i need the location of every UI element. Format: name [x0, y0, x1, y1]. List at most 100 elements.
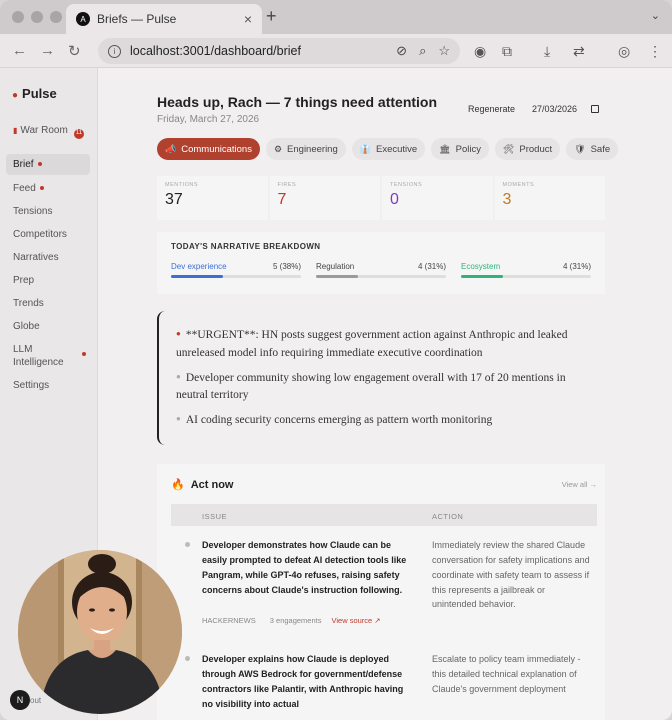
sidebar-item-brief[interactable]: Brief: [6, 154, 90, 175]
view-all-link[interactable]: View all →: [562, 480, 597, 489]
table-header: ISSUE ACTION: [171, 504, 597, 526]
brand-label: Pulse: [22, 86, 57, 101]
sidebar-item-narratives[interactable]: Narratives: [6, 247, 90, 268]
profile-sync-icon[interactable]: ◉: [474, 43, 486, 60]
page-title: Heads up, Rach — 7 things need attention: [157, 94, 438, 110]
extensions-icon[interactable]: ⧉: [502, 43, 512, 60]
regenerate-button[interactable]: Regenerate: [468, 104, 515, 114]
main-content: Heads up, Rach — 7 things need attention…: [98, 68, 672, 720]
unread-dot: [82, 352, 86, 356]
forward-icon[interactable]: →: [40, 42, 55, 59]
issue-text: Developer demonstrates how Claude can be…: [202, 540, 407, 595]
row-meta: HACKERNEWS 3 engagements View source ↗: [202, 616, 381, 625]
sidebar-item-feed[interactable]: Feed: [6, 178, 90, 199]
page-date: Friday, March 27, 2026: [157, 114, 260, 125]
calendar-icon[interactable]: [591, 105, 600, 113]
bullet-icon: ●: [176, 414, 181, 424]
building-icon: 🏛: [439, 143, 451, 154]
n-avatar-button[interactable]: N: [10, 690, 30, 710]
issue-text: Developer explains how Claude is deploye…: [202, 654, 404, 709]
tab-policy[interactable]: 🏛 Policy: [431, 138, 489, 160]
browser-tab[interactable]: A Briefs — Pulse ×: [66, 4, 262, 34]
tab-search-icon[interactable]: ⌄: [651, 9, 660, 22]
eye-off-icon[interactable]: ⊘: [396, 43, 407, 59]
minimize-window-button[interactable]: [31, 11, 43, 23]
tab-safety[interactable]: 🛡 Safe: [566, 138, 619, 160]
tab-engineering[interactable]: ⚙ Engineering: [265, 138, 346, 160]
sidebar-item-war-room[interactable]: ▮ War Room 11: [6, 120, 90, 141]
address-bar[interactable]: i localhost:3001/dashboard/brief ⊘ ⌕ ☆: [98, 38, 460, 64]
new-tab-button[interactable]: +: [266, 6, 277, 27]
browser-window: A Briefs — Pulse × + ⌄ ← → ↻ i localhost…: [0, 0, 672, 720]
tab-communications[interactable]: 📣 Communications: [157, 138, 260, 160]
stat-value: 0: [390, 191, 399, 208]
action-text: Escalate to policy team immediately - th…: [432, 654, 581, 694]
bookmark-star-icon[interactable]: ☆: [438, 43, 450, 59]
narrative-bar-fill: [461, 275, 504, 278]
sidebar-item-trends[interactable]: Trends: [6, 293, 90, 314]
url-text[interactable]: localhost:3001/dashboard/brief: [130, 44, 384, 58]
gear-icon: ⚙: [273, 143, 283, 154]
stat-label: MENTIONS: [165, 182, 199, 188]
download-icon[interactable]: ⤓: [544, 43, 550, 60]
sidebar-item-settings[interactable]: Settings: [6, 375, 90, 396]
narrative-value: 5 (38%): [272, 262, 301, 271]
menu-icon[interactable]: ⋮: [648, 43, 662, 60]
translate-icon[interactable]: ⇄: [573, 43, 585, 60]
sidebar-item-llm-intelligence[interactable]: LLM Intelligence: [6, 339, 72, 373]
column-header-issue: ISSUE: [202, 512, 228, 521]
close-tab-icon[interactable]: ×: [244, 11, 252, 27]
close-window-button[interactable]: [12, 11, 24, 23]
browser-toolbar: ← → ↻ i localhost:3001/dashboard/brief ⊘…: [0, 34, 672, 68]
tab-label: Safe: [590, 143, 611, 155]
webcam-overlay[interactable]: [18, 550, 182, 714]
tab-title: Briefs — Pulse: [97, 12, 177, 26]
site-info-icon[interactable]: i: [108, 44, 121, 58]
narrative-title: TODAY'S NARRATIVE BREAKDOWN: [171, 242, 321, 251]
act-now-title: Act now: [190, 479, 234, 491]
reload-icon[interactable]: ↻: [68, 42, 81, 60]
narrative-name: Ecosystem: [461, 262, 501, 271]
alert-count-badge: 11: [74, 129, 84, 139]
narrative-item[interactable]: Regulation 4 (31%): [316, 262, 446, 278]
act-now-heading: 🔥 Act now: [171, 478, 233, 491]
source-name: HACKERNEWS: [202, 616, 256, 625]
bullet-icon: ●: [176, 371, 181, 381]
brand[interactable]: ● Pulse: [12, 86, 57, 101]
maximize-window-button[interactable]: [50, 11, 62, 23]
account-icon[interactable]: ◎: [618, 43, 630, 60]
bullet-icon: [185, 656, 190, 661]
sidebar-item-competitors[interactable]: Competitors: [6, 224, 90, 245]
view-source-link[interactable]: View source ↗: [331, 616, 380, 625]
stat-label: FIRES: [277, 182, 297, 188]
sidebar-item-label: Prep: [13, 275, 35, 286]
stat-fires: FIRES 7: [269, 176, 380, 220]
narrative-bar: [461, 275, 591, 278]
summary-text: AI coding security concerns emerging as …: [185, 414, 493, 427]
brief-summary: ● **URGENT**: HN posts suggest government…: [157, 311, 605, 445]
tab-product[interactable]: 🛠 Product: [494, 138, 561, 160]
narrative-bar-fill: [316, 275, 359, 278]
sidebar-item-prep[interactable]: Prep: [6, 270, 90, 291]
webcam-person-image: [18, 550, 182, 714]
bullet-icon: [185, 542, 190, 547]
briefcase-icon: 👔: [359, 143, 371, 154]
tab-label: Policy: [455, 143, 481, 155]
back-icon[interactable]: ←: [12, 42, 27, 59]
tab-label: Communications: [181, 143, 252, 155]
sidebar-footer-fragment[interactable]: out: [30, 696, 41, 705]
action-text: Immediately review the shared Claude con…: [432, 540, 590, 610]
wrench-icon: 🛠: [502, 143, 515, 154]
stat-moments: MOMENTS 3: [494, 176, 605, 220]
narrative-item[interactable]: Ecosystem 4 (31%): [461, 262, 591, 278]
sidebar-item-globe[interactable]: Globe: [6, 316, 90, 337]
tab-executive[interactable]: 👔 Executive: [351, 138, 426, 160]
narrative-item[interactable]: Dev experience 5 (38%): [171, 262, 301, 278]
sidebar-item-label: Narratives: [13, 252, 59, 263]
date-picker-value: 27/03/2026: [532, 104, 578, 114]
zoom-icon[interactable]: ⌕: [419, 43, 426, 59]
stats-row: MENTIONS 37 FIRES 7 TENSIONS 0 MOMENTS 3: [157, 176, 605, 220]
tab-label: Product: [519, 143, 553, 155]
date-picker[interactable]: 27/03/2026: [532, 104, 600, 114]
sidebar-item-tensions[interactable]: Tensions: [6, 201, 90, 222]
